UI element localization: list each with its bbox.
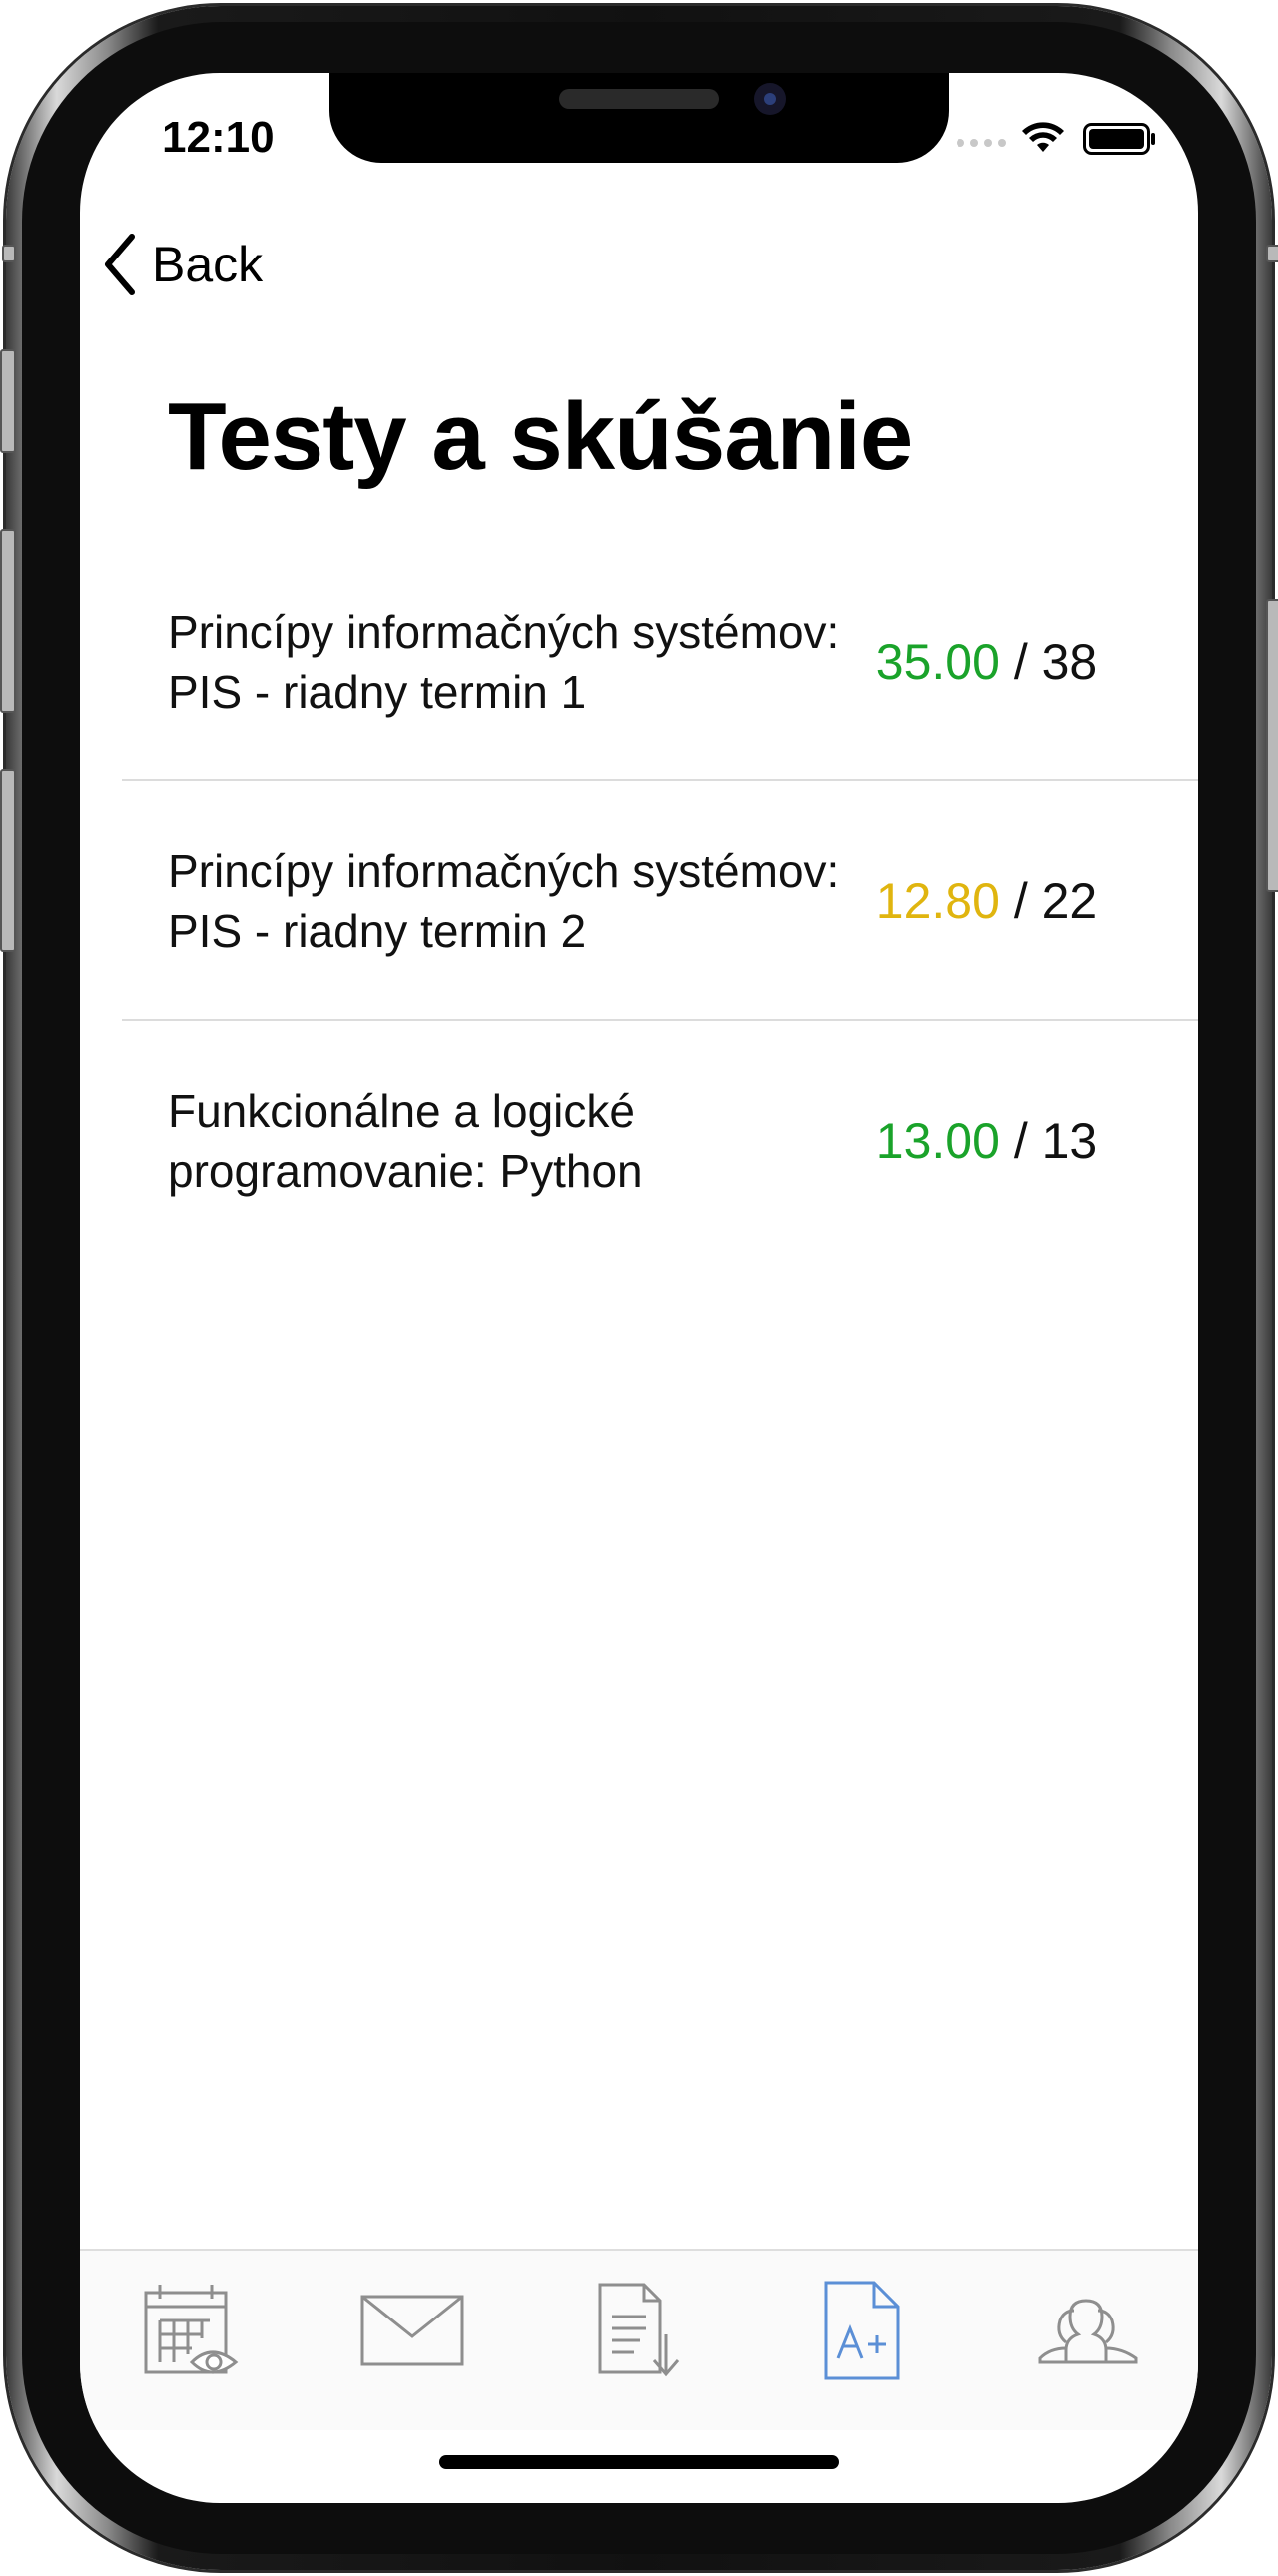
- page: 12:10 Back Testy a skúšanie Princípy inf…: [0, 0, 1278, 2576]
- grade-document-icon: [824, 2281, 900, 2380]
- people-icon: [1038, 2299, 1138, 2364]
- home-indicator: [439, 2455, 839, 2469]
- front-camera: [754, 83, 786, 115]
- test-name: Princípy informačných systémov: PIS - ri…: [168, 845, 840, 957]
- score-max: / 38: [1013, 634, 1098, 690]
- tab-schedule[interactable]: [130, 2271, 250, 2390]
- side-button-right: [1266, 599, 1278, 892]
- score-value: 35.00: [875, 634, 1000, 690]
- test-score: 13.00 / 13: [847, 1112, 1126, 1170]
- document-download-icon: [598, 2283, 680, 2377]
- speaker-grille: [559, 89, 719, 109]
- page-title: Testy a skúšanie: [168, 383, 913, 490]
- tab-grades[interactable]: [802, 2271, 922, 2390]
- tab-people[interactable]: [1028, 2271, 1148, 2390]
- test-score: 12.80 / 22: [847, 872, 1126, 930]
- volume-button-lower: [0, 769, 16, 952]
- side-button-top: [2, 245, 16, 262]
- tab-bar: [80, 2249, 1198, 2430]
- tab-messages[interactable]: [352, 2271, 472, 2390]
- score-value: 13.00: [875, 1113, 1000, 1169]
- calendar-eye-icon: [144, 2285, 239, 2374]
- list-item[interactable]: Funkcionálne a logické programovanie: Py…: [80, 1021, 1198, 1261]
- test-name: Princípy informačných systémov: PIS - ri…: [168, 606, 840, 718]
- notch: [329, 73, 949, 163]
- tests-list: Princípy informačných systémov: PIS - ri…: [80, 542, 1198, 1261]
- power-button: [1266, 245, 1278, 262]
- list-item[interactable]: Princípy informačných systémov: PIS - ri…: [80, 542, 1198, 781]
- signal-dots-icon: [957, 139, 1006, 147]
- chevron-left-icon: [105, 234, 135, 295]
- tab-documents[interactable]: [579, 2271, 699, 2390]
- screen: 12:10 Back Testy a skúšanie Princípy inf…: [80, 73, 1198, 2503]
- list-item[interactable]: Princípy informačných systémov: PIS - ri…: [80, 781, 1198, 1021]
- wifi-icon: [1022, 122, 1064, 152]
- envelope-icon: [360, 2295, 464, 2366]
- volume-down-button: [0, 529, 16, 713]
- score-max: / 22: [1013, 873, 1098, 929]
- test-score: 35.00 / 38: [847, 633, 1126, 691]
- test-name: Funkcionálne a logické programovanie: Py…: [168, 1085, 643, 1197]
- score-max: / 13: [1013, 1113, 1098, 1169]
- back-label: Back: [152, 237, 264, 292]
- battery-icon: [1083, 123, 1155, 155]
- status-time: 12:10: [162, 113, 275, 162]
- volume-up-button: [0, 349, 16, 453]
- back-button[interactable]: Back: [102, 233, 263, 296]
- score-value: 12.80: [875, 873, 1000, 929]
